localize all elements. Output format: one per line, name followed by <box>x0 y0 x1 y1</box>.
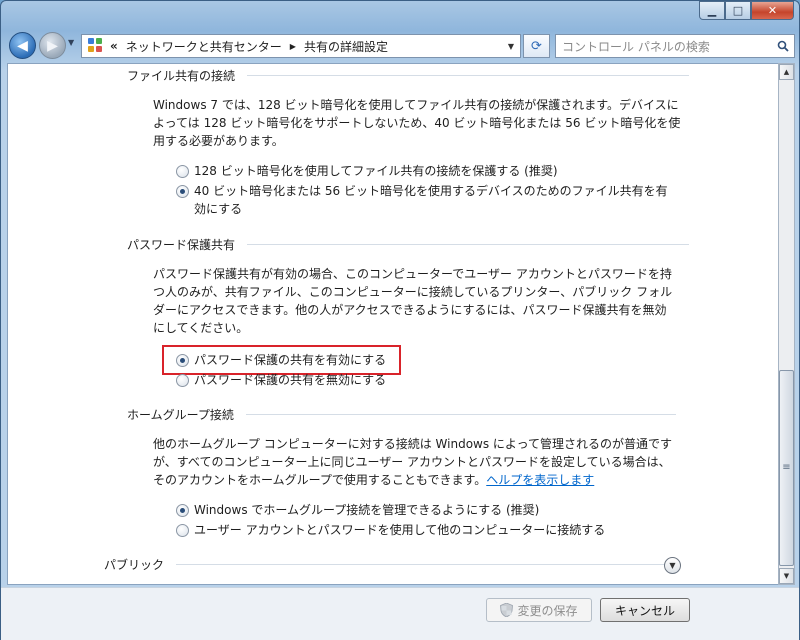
chevron-up-icon: ▲ <box>783 68 790 76</box>
public-profile-title: パブリック <box>104 558 165 572</box>
file-sharing-description: Windows 7 では、128 ビット暗号化を使用してファイル共有の接続が保護… <box>153 96 680 150</box>
homegroup-description: 他のホームグループ コンピューターに対する接続は Windows によって管理さ… <box>153 435 672 489</box>
radio-button[interactable] <box>176 524 189 537</box>
scroll-down-button[interactable]: ▼ <box>779 568 794 584</box>
password-sharing-description: パスワード保護共有が有効の場合、このコンピューターでユーザー アカウントとパスワ… <box>153 265 672 337</box>
back-arrow-icon: ◀ <box>17 37 28 54</box>
close-button[interactable]: ✕ <box>751 1 794 20</box>
control-panel-icon <box>88 38 104 54</box>
close-icon: ✕ <box>767 4 778 17</box>
radio-button[interactable] <box>176 165 189 178</box>
radio-40-56bit-encryption[interactable]: 40 ビット暗号化または 56 ビット暗号化を使用するデバイスのためのファイル共… <box>176 182 668 218</box>
breadcrumb-advanced-sharing[interactable]: 共有の詳細設定 <box>304 38 388 55</box>
save-changes-button[interactable]: 変更の保存 <box>486 598 592 622</box>
address-dropdown-button[interactable]: ▼ <box>502 35 520 57</box>
radio-button[interactable] <box>176 504 189 517</box>
radio-button[interactable] <box>176 185 189 198</box>
search-icon[interactable] <box>772 40 794 52</box>
radio-label: パスワード保護の共有を無効にする <box>194 373 387 387</box>
search-input[interactable]: コントロール パネルの検索 <box>562 38 772 55</box>
section-divider <box>247 75 690 76</box>
description-line: よっては 128 ビット暗号化をサポートしないため、40 ビット暗号化または 5… <box>153 116 681 130</box>
description-line: Windows 7 では、128 ビット暗号化を使用してファイル共有の接続が保護… <box>153 98 679 112</box>
footer-bar: 変更の保存 キャンセル <box>1 587 799 640</box>
password-sharing-section-header: パスワード保護共有 <box>127 236 690 253</box>
radio-button[interactable] <box>176 374 189 387</box>
search-box[interactable]: コントロール パネルの検索 <box>555 34 795 58</box>
settings-content: ファイル共有の接続 Windows 7 では、128 ビット暗号化を使用してファ… <box>7 63 779 585</box>
help-link[interactable]: ヘルプを表示します <box>486 473 594 487</box>
navigation-bar: ◀ ▶ ▼ « ネットワークと共有センター ▶ 共有の詳細設定 ▼ ⟳ コントロ… <box>7 32 795 60</box>
breadcrumb-separator-icon[interactable]: ▶ <box>290 42 296 51</box>
radio-windows-manages-homegroup[interactable]: Windows でホームグループ接続を管理できるようにする (推奨) <box>176 501 539 519</box>
scroll-thumb[interactable]: ≡ <box>779 370 794 566</box>
radio-label-line: 40 ビット暗号化または 56 ビット暗号化を使用するデバイスのためのファイル共… <box>194 184 668 198</box>
homegroup-title: ホームグループ接続 <box>127 408 234 422</box>
description-line: にしてください。 <box>153 321 249 335</box>
chevron-down-icon: ▼ <box>669 561 676 570</box>
cancel-button[interactable]: キャンセル <box>600 598 690 622</box>
section-divider <box>245 414 676 415</box>
file-sharing-title: ファイル共有の接続 <box>127 69 236 83</box>
maximize-button[interactable]: □ <box>725 1 751 20</box>
radio-label-line: 効にする <box>194 202 243 216</box>
description-text: そのアカウントをホームグループで使用することもできます。 <box>153 473 487 487</box>
radio-label: ユーザー アカウントとパスワードを使用して他のコンピューターに接続する <box>194 523 606 537</box>
forward-arrow-icon: ▶ <box>47 37 58 54</box>
recent-pages-button[interactable]: ▼ <box>68 38 74 47</box>
address-bar[interactable]: « ネットワークと共有センター ▶ 共有の詳細設定 ▼ <box>81 34 521 58</box>
expand-public-button[interactable]: ▼ <box>664 557 681 574</box>
breadcrumb-network-center[interactable]: ネットワークと共有センター <box>126 38 282 55</box>
file-sharing-section-header: ファイル共有の接続 <box>127 67 690 84</box>
scroll-up-button[interactable]: ▲ <box>779 64 794 80</box>
description-line: が、すべてのコンピューター上に同じユーザー アカウントとパスワードを設定している… <box>153 455 671 469</box>
control-panel-window: ▁ □ ✕ ◀ ▶ ▼ « ネットワークと共有センター ▶ 共有の詳細設定 ▼ … <box>0 0 800 640</box>
description-line: そのアカウントをホームグループで使用することもできます。ヘルプを表示します <box>153 471 672 489</box>
description-line: パスワード保護共有が有効の場合、このコンピューターでユーザー アカウントとパスワ… <box>153 267 672 281</box>
refresh-button[interactable]: ⟳ <box>523 34 550 58</box>
shield-icon <box>500 603 514 617</box>
description-line: 他のホームグループ コンピューターに対する接続は Windows によって管理さ… <box>153 437 672 451</box>
cancel-button-label: キャンセル <box>614 603 675 618</box>
chevron-down-icon: ▼ <box>507 41 515 51</box>
public-profile-header[interactable]: パブリック <box>104 556 665 573</box>
description-line: ダーにアクセスできます。他の人がアクセスできるようにするには、パスワード保護共有… <box>153 303 667 317</box>
caption-buttons: ▁ □ ✕ <box>699 1 794 20</box>
radio-label: 128 ビット暗号化を使用してファイル共有の接続を保護する (推奨) <box>194 164 558 178</box>
radio-label: パスワード保護の共有を有効にする <box>194 353 387 367</box>
address-overflow-chevron[interactable]: « <box>110 39 118 53</box>
refresh-icon: ⟳ <box>531 38 542 54</box>
maximize-icon: □ <box>732 4 744 17</box>
radio-disable-password-sharing[interactable]: パスワード保護の共有を無効にする <box>176 371 386 389</box>
forward-button[interactable]: ▶ <box>39 32 66 59</box>
grip-icon: ≡ <box>782 462 791 473</box>
radio-button[interactable] <box>176 354 189 367</box>
section-divider <box>176 564 665 565</box>
description-line: 用する必要があります。 <box>153 134 284 148</box>
radio-label: Windows でホームグループ接続を管理できるようにする (推奨) <box>194 503 540 517</box>
radio-label: 40 ビット暗号化または 56 ビット暗号化を使用するデバイスのためのファイル共… <box>194 182 668 218</box>
save-button-label: 変更の保存 <box>517 603 578 618</box>
chevron-down-icon: ▼ <box>783 572 790 580</box>
homegroup-section-header: ホームグループ接続 <box>127 406 676 423</box>
description-line: つ人のみが、共有ファイル、このコンピューターに接続しているプリンター、パブリック… <box>153 285 673 299</box>
password-sharing-title: パスワード保護共有 <box>127 238 236 252</box>
radio-128bit-encryption[interactable]: 128 ビット暗号化を使用してファイル共有の接続を保護する (推奨) <box>176 162 558 180</box>
back-button[interactable]: ◀ <box>9 32 36 59</box>
minimize-icon: ▁ <box>707 4 717 17</box>
minimize-button[interactable]: ▁ <box>699 1 725 20</box>
section-divider <box>247 244 690 245</box>
vertical-scrollbar[interactable]: ▲ ≡ ▼ <box>778 63 795 585</box>
radio-use-user-accounts[interactable]: ユーザー アカウントとパスワードを使用して他のコンピューターに接続する <box>176 521 605 539</box>
radio-enable-password-sharing[interactable]: パスワード保護の共有を有効にする <box>176 351 386 369</box>
